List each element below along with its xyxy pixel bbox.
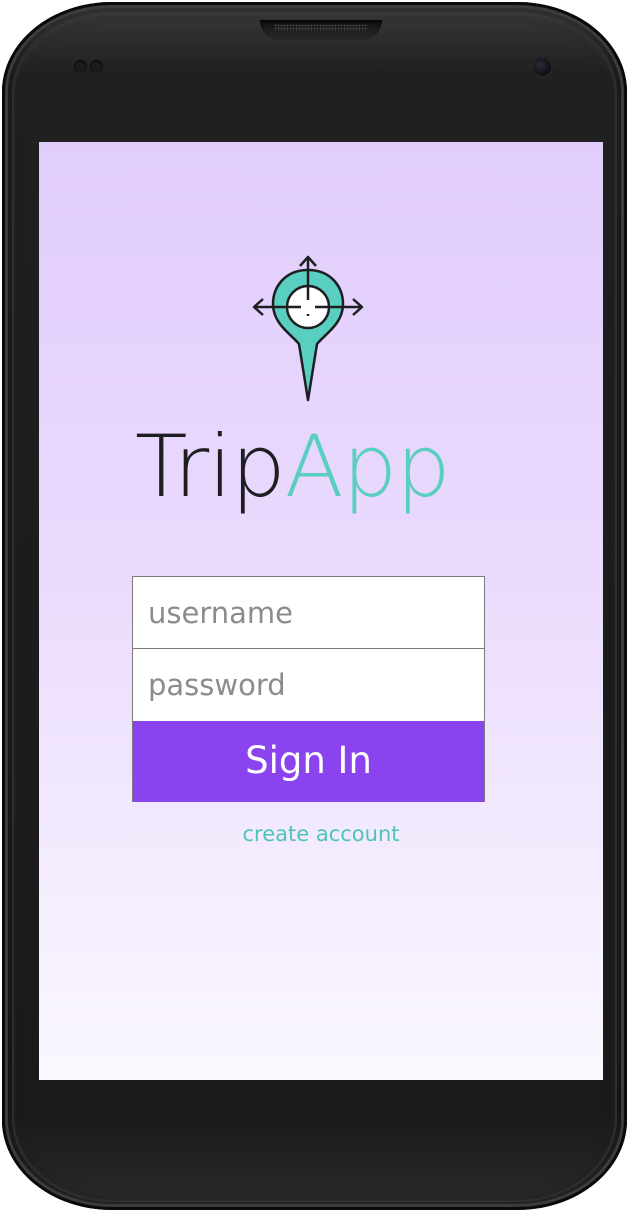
speaker-grille [274, 24, 368, 31]
create-account-link[interactable]: create account [39, 822, 603, 846]
brand-text-app: App [284, 417, 451, 517]
app-brand-title: TripApp [135, 412, 515, 522]
earpiece-speaker [260, 20, 382, 40]
password-input[interactable]: password [133, 649, 484, 721]
sign-in-button[interactable]: Sign In [133, 721, 484, 802]
light-sensor [90, 60, 103, 73]
login-form: username password Sign In [132, 576, 485, 802]
app-screen: TripApp username password Sign In create… [39, 142, 603, 1080]
username-input[interactable]: username [133, 577, 484, 649]
front-camera-icon [533, 58, 551, 76]
proximity-sensor [74, 60, 87, 73]
location-pin-crosshair-icon [252, 255, 364, 402]
brand-text-trip: Trip [135, 417, 286, 517]
